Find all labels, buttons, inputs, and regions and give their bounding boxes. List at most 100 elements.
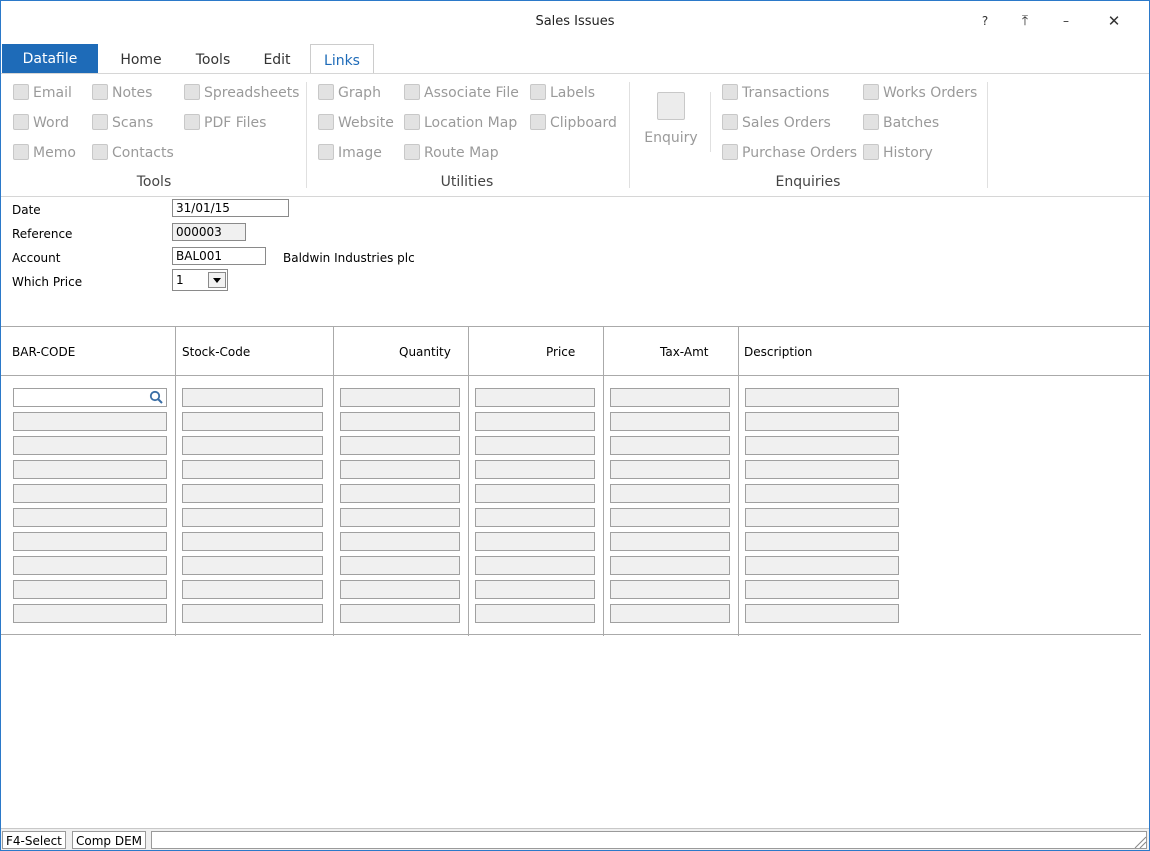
grid-cell-price[interactable] bbox=[475, 532, 595, 551]
date-field[interactable]: 31/01/15 bbox=[172, 199, 289, 217]
grid-cell-quantity[interactable] bbox=[340, 412, 460, 431]
grid-cell-price[interactable] bbox=[475, 604, 595, 623]
account-field[interactable]: BAL001 bbox=[172, 247, 266, 265]
grid-cell-tax-amt[interactable] bbox=[610, 508, 730, 527]
ribbon-website[interactable]: Website bbox=[318, 112, 394, 134]
column-header-stock-code[interactable]: Stock-Code bbox=[182, 345, 250, 359]
ribbon-memo[interactable]: Memo bbox=[13, 142, 76, 164]
grid-cell-price[interactable] bbox=[475, 508, 595, 527]
close-button[interactable]: ✕ bbox=[1099, 9, 1129, 33]
grid-cell-stock-code[interactable] bbox=[182, 580, 323, 599]
grid-cell-quantity[interactable] bbox=[340, 484, 460, 503]
grid-cell-stock-code[interactable] bbox=[182, 484, 323, 503]
grid-cell-quantity[interactable] bbox=[340, 556, 460, 575]
tab-edit[interactable]: Edit bbox=[255, 44, 299, 73]
ribbon-enquiry[interactable]: Enquiry bbox=[641, 86, 701, 166]
grid-cell-description[interactable] bbox=[745, 412, 899, 431]
grid-cell-price[interactable] bbox=[475, 388, 595, 407]
grid-cell-bar-code[interactable] bbox=[13, 484, 167, 503]
grid-cell-quantity[interactable] bbox=[340, 460, 460, 479]
grid-cell-stock-code[interactable] bbox=[182, 436, 323, 455]
grid-cell-price[interactable] bbox=[475, 580, 595, 599]
which-price-select[interactable]: 1 bbox=[172, 269, 228, 291]
grid-cell-stock-code[interactable] bbox=[182, 604, 323, 623]
tab-links[interactable]: Links bbox=[310, 44, 374, 75]
grid-cell-tax-amt[interactable] bbox=[610, 532, 730, 551]
grid-cell-quantity[interactable] bbox=[340, 508, 460, 527]
grid-cell-description[interactable] bbox=[745, 388, 899, 407]
help-button[interactable]: ? bbox=[970, 9, 1000, 33]
tab-home[interactable]: Home bbox=[113, 44, 169, 73]
ribbon-history[interactable]: History bbox=[863, 142, 933, 164]
grid-cell-price[interactable] bbox=[475, 460, 595, 479]
grid-cell-description[interactable] bbox=[745, 604, 899, 623]
ribbon-spreadsheets[interactable]: Spreadsheets bbox=[184, 82, 299, 104]
ribbon-scans[interactable]: Scans bbox=[92, 112, 153, 134]
ribbon-route-map[interactable]: Route Map bbox=[404, 142, 499, 164]
ribbon-associate-file[interactable]: Associate File bbox=[404, 82, 519, 104]
grid-cell-price[interactable] bbox=[475, 436, 595, 455]
grid-cell-bar-code[interactable] bbox=[13, 604, 167, 623]
grid-cell-bar-code[interactable] bbox=[13, 532, 167, 551]
ribbon-graph[interactable]: Graph bbox=[318, 82, 381, 104]
grid-cell-price[interactable] bbox=[475, 556, 595, 575]
grid-cell-description[interactable] bbox=[745, 508, 899, 527]
search-icon[interactable] bbox=[149, 390, 163, 404]
grid-cell-bar-code[interactable] bbox=[13, 388, 167, 407]
ribbon-word[interactable]: Word bbox=[13, 112, 69, 134]
grid-cell-description[interactable] bbox=[745, 460, 899, 479]
grid-cell-stock-code[interactable] bbox=[182, 460, 323, 479]
grid-cell-quantity[interactable] bbox=[340, 604, 460, 623]
grid-cell-bar-code[interactable] bbox=[13, 580, 167, 599]
grid-cell-price[interactable] bbox=[475, 412, 595, 431]
grid-cell-bar-code[interactable] bbox=[13, 556, 167, 575]
grid-cell-tax-amt[interactable] bbox=[610, 460, 730, 479]
ribbon-image[interactable]: Image bbox=[318, 142, 382, 164]
grid-cell-description[interactable] bbox=[745, 532, 899, 551]
grid-cell-description[interactable] bbox=[745, 580, 899, 599]
status-f4-select[interactable]: F4-Select bbox=[2, 831, 66, 849]
ribbon-purchase-orders[interactable]: Purchase Orders bbox=[722, 142, 857, 164]
column-header-quantity[interactable]: Quantity bbox=[399, 345, 451, 359]
grid-cell-tax-amt[interactable] bbox=[610, 388, 730, 407]
column-header-price[interactable]: Price bbox=[546, 345, 575, 359]
grid-cell-description[interactable] bbox=[745, 556, 899, 575]
grid-cell-tax-amt[interactable] bbox=[610, 580, 730, 599]
tab-tools[interactable]: Tools bbox=[187, 44, 239, 73]
grid-cell-stock-code[interactable] bbox=[182, 412, 323, 431]
grid-cell-bar-code[interactable] bbox=[13, 412, 167, 431]
ribbon-works-orders[interactable]: Works Orders bbox=[863, 82, 977, 104]
resize-grip-icon[interactable] bbox=[1133, 835, 1147, 849]
ribbon-contacts[interactable]: Contacts bbox=[92, 142, 174, 164]
ribbon-labels[interactable]: Labels bbox=[530, 82, 595, 104]
ribbon-batches[interactable]: Batches bbox=[863, 112, 939, 134]
grid-cell-quantity[interactable] bbox=[340, 436, 460, 455]
minimize-button[interactable]: – bbox=[1051, 9, 1081, 33]
grid-cell-quantity[interactable] bbox=[340, 532, 460, 551]
grid-cell-quantity[interactable] bbox=[340, 580, 460, 599]
ribbon-pdf-files[interactable]: PDF Files bbox=[184, 112, 266, 134]
grid-cell-description[interactable] bbox=[745, 484, 899, 503]
ribbon-email[interactable]: Email bbox=[13, 82, 72, 104]
ribbon-transactions[interactable]: Transactions bbox=[722, 82, 829, 104]
grid-cell-bar-code[interactable] bbox=[13, 508, 167, 527]
grid-cell-stock-code[interactable] bbox=[182, 532, 323, 551]
ribbon-sales-orders[interactable]: Sales Orders bbox=[722, 112, 831, 134]
ribbon-clipboard[interactable]: Clipboard bbox=[530, 112, 617, 134]
grid-cell-description[interactable] bbox=[745, 436, 899, 455]
grid-cell-tax-amt[interactable] bbox=[610, 604, 730, 623]
ribbon-notes[interactable]: Notes bbox=[92, 82, 152, 104]
column-header-tax-amt[interactable]: Tax-Amt bbox=[660, 345, 708, 359]
grid-cell-tax-amt[interactable] bbox=[610, 556, 730, 575]
column-header-bar-code[interactable]: BAR-CODE bbox=[12, 345, 75, 359]
column-header-description[interactable]: Description bbox=[744, 345, 812, 359]
grid-cell-bar-code[interactable] bbox=[13, 436, 167, 455]
grid-cell-tax-amt[interactable] bbox=[610, 436, 730, 455]
grid-cell-stock-code[interactable] bbox=[182, 508, 323, 527]
restore-button[interactable]: ⤒ bbox=[1010, 9, 1040, 33]
grid-cell-stock-code[interactable] bbox=[182, 556, 323, 575]
grid-cell-stock-code[interactable] bbox=[182, 388, 323, 407]
grid-cell-tax-amt[interactable] bbox=[610, 412, 730, 431]
grid-cell-quantity[interactable] bbox=[340, 388, 460, 407]
grid-cell-tax-amt[interactable] bbox=[610, 484, 730, 503]
